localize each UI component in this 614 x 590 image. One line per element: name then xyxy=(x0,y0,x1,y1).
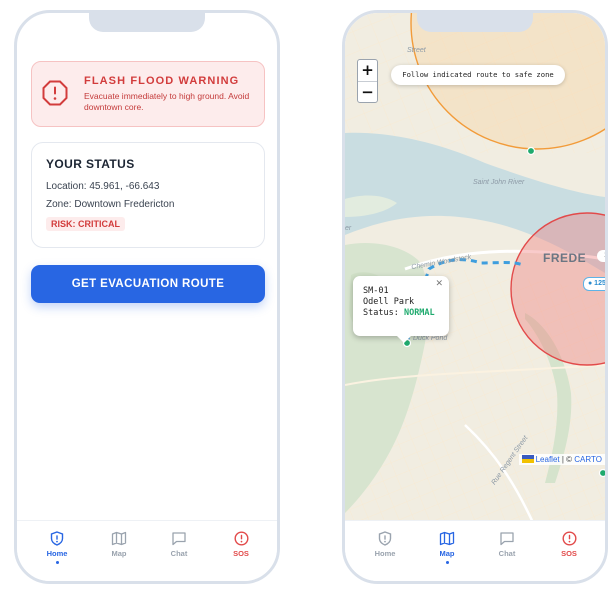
map-tiles xyxy=(345,13,605,527)
ukraine-flag-icon xyxy=(521,455,534,463)
popup-pointer xyxy=(397,336,411,343)
warning-octagon-icon xyxy=(42,80,68,111)
nav-home-label: Home xyxy=(374,549,396,558)
nav-home[interactable]: Home xyxy=(27,531,87,564)
status-card: YOUR STATUS Location: 45.961, -66.643 Zo… xyxy=(31,142,265,248)
nav-sos-label: SOS xyxy=(233,549,249,558)
map-canvas[interactable]: Saint John River Chemin Woodstock Rue Re… xyxy=(345,13,605,527)
status-zone: Zone: Downtown Fredericton xyxy=(46,199,175,210)
risk-badge: RISK: CRITICAL xyxy=(46,217,125,231)
nav-chat-label: Chat xyxy=(498,549,516,558)
nav-chat[interactable]: Chat xyxy=(149,531,209,558)
nav-map[interactable]: Map xyxy=(417,531,477,564)
nav-map[interactable]: Map xyxy=(89,531,149,558)
chat-bubble-icon xyxy=(500,532,514,546)
bottom-nav: Home Map Chat SOS xyxy=(17,520,277,581)
shield-alert-icon xyxy=(50,531,64,546)
chat-bubble-icon xyxy=(172,532,186,546)
map-label-top-street: Street xyxy=(407,47,426,54)
leaflet-link[interactable]: Leaflet xyxy=(536,455,560,464)
nav-home-label: Home xyxy=(46,549,68,558)
map-label-edge: er xyxy=(345,225,352,232)
alert-circle-icon xyxy=(233,531,249,546)
active-indicator xyxy=(55,561,59,564)
phone-frame-home: FLASH FLOOD WARNING Evacuate immediately… xyxy=(14,10,280,584)
map-screen: Saint John River Chemin Woodstock Rue Re… xyxy=(345,13,605,581)
shield-alert-icon xyxy=(378,531,392,546)
nav-sos[interactable]: SOS xyxy=(211,531,271,558)
map-label-city: FREDE xyxy=(543,251,587,265)
phone-notch xyxy=(89,13,205,32)
route-instruction-banner: Follow indicated route to safe zone xyxy=(391,65,565,85)
flood-warning-banner: FLASH FLOOD WARNING Evacuate immediately… xyxy=(31,61,265,127)
active-indicator xyxy=(445,561,449,564)
nav-sos[interactable]: SOS xyxy=(539,531,599,558)
alert-circle-icon xyxy=(561,531,577,546)
popup-location-name: Odell Park xyxy=(363,297,415,307)
nav-sos-label: SOS xyxy=(561,549,577,558)
nav-map-label: Map xyxy=(439,549,455,558)
nav-home[interactable]: Home xyxy=(355,531,415,558)
carto-link[interactable]: CARTO xyxy=(574,455,602,464)
phone-notch xyxy=(417,13,533,32)
zoom-in-button[interactable]: + xyxy=(358,60,377,82)
popup-status-value: NORMAL xyxy=(403,308,435,318)
map-icon xyxy=(439,531,455,546)
popup-status: Status: NORMAL xyxy=(363,308,449,319)
status-title: YOUR STATUS xyxy=(46,157,135,171)
map-label-river: Saint John River xyxy=(473,179,525,186)
zoom-control: + − xyxy=(357,59,378,103)
map-label-pond: Duck Pond xyxy=(413,335,448,342)
nav-chat[interactable]: Chat xyxy=(477,531,537,558)
bottom-nav: Home Map Chat SOS xyxy=(345,520,605,581)
sensor-reading-badge[interactable]: ● 125c xyxy=(583,277,605,291)
home-screen: FLASH FLOOD WARNING Evacuate immediately… xyxy=(17,13,277,581)
get-evacuation-route-button[interactable]: GET EVACUATION ROUTE xyxy=(31,265,265,303)
popup-status-label: Status: xyxy=(363,308,399,318)
zoom-out-button[interactable]: − xyxy=(358,82,377,103)
map-attribution: Leaflet | © CARTO xyxy=(518,454,605,465)
sensor-popup: ✕ SM-01 Odell Park Status: NORMAL xyxy=(353,276,449,336)
nav-map-label: Map xyxy=(111,549,127,558)
cluster-count-badge[interactable]: 1 xyxy=(597,250,605,262)
status-location: Location: 45.961, -66.643 xyxy=(46,181,160,192)
nav-chat-label: Chat xyxy=(170,549,188,558)
alert-title: FLASH FLOOD WARNING xyxy=(84,75,240,87)
alert-message: Evacuate immediately to high ground. Avo… xyxy=(84,91,250,112)
close-icon[interactable]: ✕ xyxy=(435,279,443,290)
attribution-separator: | © xyxy=(559,455,575,464)
phone-frame-map: Saint John River Chemin Woodstock Rue Re… xyxy=(342,10,608,584)
map-icon xyxy=(111,531,127,546)
